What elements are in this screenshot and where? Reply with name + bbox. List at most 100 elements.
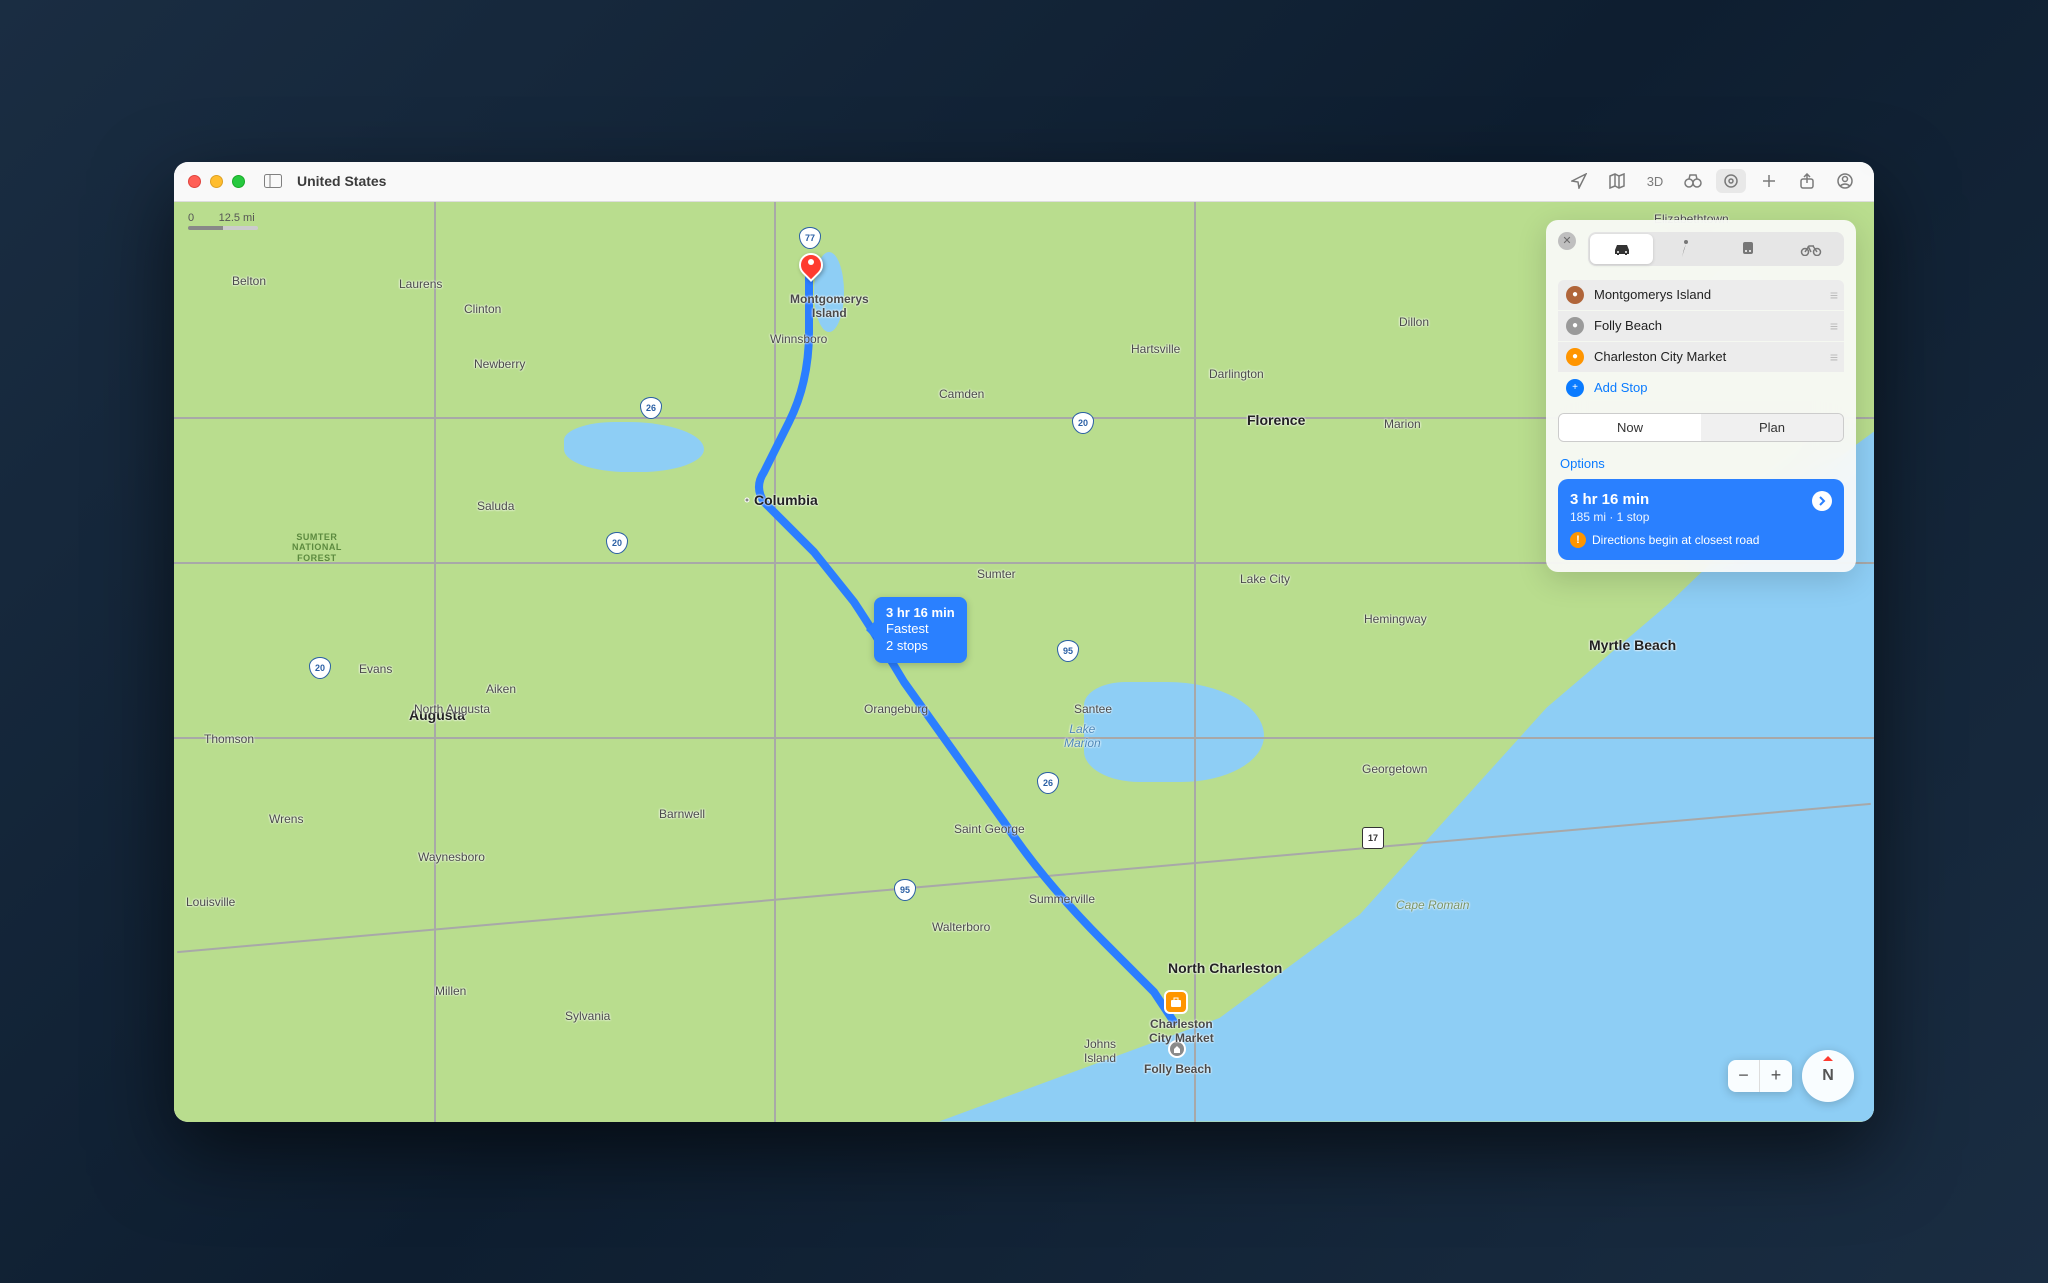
city-santee: Santee — [1074, 702, 1112, 716]
warning-icon: ! — [1570, 532, 1586, 548]
label-lakemarion: Lake Marion — [1064, 722, 1101, 750]
city-newberry: Newberry — [474, 357, 525, 371]
options-link[interactable]: Options — [1558, 452, 1844, 479]
city-charleston: Charleston City Market — [1149, 1017, 1214, 1045]
city-columbia: Columbia — [754, 492, 818, 508]
stop-label: Charleston City Market — [1594, 349, 1820, 364]
mode-walk-tab[interactable] — [1653, 234, 1716, 264]
city-myrtle: Myrtle Beach — [1589, 637, 1676, 653]
stops-list: ● Montgomerys Island ≡ ● Folly Beach ≡ ●… — [1558, 280, 1844, 403]
window-minimize-button[interactable] — [210, 175, 223, 188]
city-summerville: Summerville — [1029, 892, 1095, 906]
compass-label: N — [1822, 1067, 1834, 1085]
shield-i26: 26 — [1037, 772, 1059, 794]
city-marion: Marion — [1384, 417, 1421, 431]
app-window: United States 3D — [174, 162, 1874, 1122]
depart-segment: Now Plan — [1558, 413, 1844, 442]
settings-icon[interactable] — [1716, 169, 1746, 193]
mode-drive-tab[interactable] — [1590, 234, 1653, 264]
city-naugusta: North Augusta — [414, 702, 490, 716]
add-stop-button[interactable]: + Add Stop — [1558, 373, 1844, 403]
zoom-out-button[interactable]: − — [1728, 1060, 1760, 1092]
shield-us17: 17 — [1362, 827, 1384, 849]
city-barnwell: Barnwell — [659, 807, 705, 821]
stop-row[interactable]: ● Montgomerys Island ≡ — [1558, 280, 1844, 310]
compass-button[interactable]: N — [1802, 1050, 1854, 1102]
share-icon[interactable] — [1792, 169, 1822, 193]
map-canvas[interactable]: 3 hr 16 min Fastest 2 stops 0 12.5 mi SU… — [174, 202, 1874, 1122]
stop-marker-icon: ● — [1566, 348, 1584, 366]
city-belton: Belton — [232, 274, 266, 288]
bag-icon — [1170, 996, 1182, 1008]
city-millen: Millen — [435, 984, 466, 998]
drag-handle-icon[interactable]: ≡ — [1830, 318, 1836, 334]
window-maximize-button[interactable] — [232, 175, 245, 188]
city-johns: Johns Island — [1084, 1037, 1116, 1065]
traffic-lights — [188, 175, 245, 188]
city-georgetown: Georgetown — [1362, 762, 1427, 776]
3d-toggle[interactable]: 3D — [1640, 174, 1670, 189]
city-saluda: Saluda — [477, 499, 514, 513]
city-hartsville: Hartsville — [1131, 342, 1180, 356]
callout-stops: 2 stops — [886, 638, 955, 655]
city-lakecity: Lake City — [1240, 572, 1290, 586]
city-montgomerys: Montgomerys Island — [790, 292, 869, 320]
car-icon — [1612, 242, 1632, 256]
route-warning-text: Directions begin at closest road — [1592, 533, 1759, 547]
window-title: United States — [297, 173, 386, 189]
location-icon[interactable] — [1564, 169, 1594, 193]
landmark-icon — [1172, 1044, 1182, 1054]
zoom-in-button[interactable]: + — [1760, 1060, 1792, 1092]
walk-icon — [1679, 240, 1691, 258]
city-waynesboro: Waynesboro — [418, 850, 485, 864]
panel-close-button[interactable]: ✕ — [1558, 232, 1576, 250]
shield-i20: 20 — [309, 657, 331, 679]
stop-row[interactable]: ● Charleston City Market ≡ — [1558, 342, 1844, 372]
segment-plan[interactable]: Plan — [1701, 414, 1843, 441]
transit-icon — [1741, 241, 1755, 257]
map-mode-icon[interactable] — [1602, 169, 1632, 193]
city-sumter: Sumter — [977, 567, 1016, 581]
destination-pin[interactable] — [1164, 990, 1188, 1014]
account-icon[interactable] — [1830, 169, 1860, 193]
city-stgeorge: Saint George — [954, 822, 1025, 836]
drag-handle-icon[interactable]: ≡ — [1830, 287, 1836, 303]
add-stop-label: Add Stop — [1594, 380, 1836, 395]
drag-handle-icon[interactable]: ≡ — [1830, 349, 1836, 365]
city-florence: Florence — [1247, 412, 1305, 428]
city-aiken: Aiken — [486, 682, 516, 696]
city-folly: Folly Beach — [1144, 1062, 1211, 1076]
city-walterboro: Walterboro — [932, 920, 990, 934]
city-north-charleston: North Charleston — [1168, 960, 1282, 976]
window-close-button[interactable] — [188, 175, 201, 188]
route-result-card[interactable]: 3 hr 16 min 185 mi · 1 stop ! Directions… — [1558, 479, 1844, 560]
stop-row[interactable]: ● Folly Beach ≡ — [1558, 311, 1844, 341]
mode-cycle-tab[interactable] — [1779, 234, 1842, 264]
mode-transit-tab[interactable] — [1716, 234, 1779, 264]
sidebar-toggle-button[interactable] — [263, 173, 283, 189]
chevron-right-icon — [1812, 491, 1832, 511]
add-icon[interactable] — [1754, 169, 1784, 193]
city-camden: Camden — [939, 387, 984, 401]
origin-pin[interactable] — [799, 253, 823, 277]
shield-i26: 26 — [640, 397, 662, 419]
segment-now[interactable]: Now — [1559, 414, 1701, 441]
zoom-control: − + — [1728, 1060, 1792, 1092]
scale-distance: 12.5 mi — [219, 212, 255, 224]
city-orangeburg: Orangeburg — [864, 702, 928, 716]
stop-marker-icon: ● — [1566, 317, 1584, 335]
stop-label: Montgomerys Island — [1594, 287, 1820, 302]
city-louisville: Louisville — [186, 895, 235, 909]
route-callout[interactable]: 3 hr 16 min Fastest 2 stops — [874, 597, 967, 664]
city-evans: Evans — [359, 662, 392, 676]
city-hemingway: Hemingway — [1364, 612, 1427, 626]
stop-marker-icon: ● — [1566, 286, 1584, 304]
map-scale: 0 12.5 mi — [188, 212, 258, 230]
binoculars-icon[interactable] — [1678, 169, 1708, 193]
transport-mode-tabs — [1588, 232, 1844, 266]
shield-i77: 77 — [799, 227, 821, 249]
toolbar: United States 3D — [174, 162, 1874, 202]
shield-i95: 95 — [1057, 640, 1079, 662]
city-dillon: Dillon — [1399, 315, 1429, 329]
city-laurens: Laurens — [399, 277, 442, 291]
